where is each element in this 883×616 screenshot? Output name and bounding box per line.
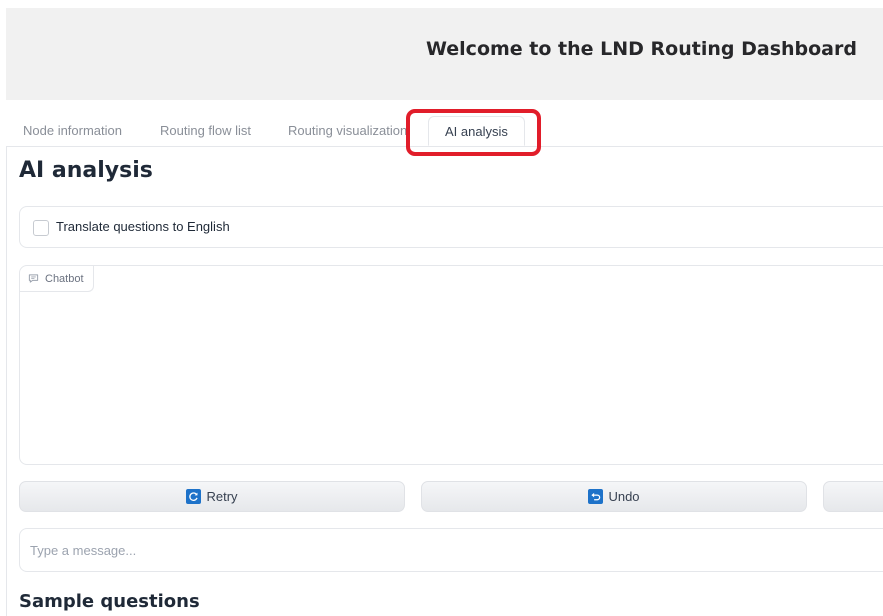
undo-button[interactable]: Undo [421,481,807,512]
undo-button-label: Undo [608,489,640,504]
retry-button[interactable]: Retry [19,481,405,512]
chatbot-label-text: Chatbot [45,272,84,285]
translate-checkbox-label[interactable]: Translate questions to English [56,219,230,234]
page-title: Welcome to the LND Routing Dashboard [426,38,857,60]
tab-bar: Node information Routing flow list Routi… [6,110,883,147]
tab-routing-flow-list[interactable]: Routing flow list [160,123,251,138]
translate-option: Translate questions to English [19,206,883,248]
retry-button-label: Retry [206,489,238,504]
clear-button[interactable] [823,481,883,512]
sample-questions-title: Sample questions [19,591,200,612]
message-input[interactable] [19,528,883,572]
retry-icon [186,489,202,504]
chat-bubble-icon [28,273,39,284]
tab-routing-visualization[interactable]: Routing visualization [288,123,407,138]
chatbot-area: Chatbot [19,265,883,465]
undo-icon [588,489,604,504]
app-header: Welcome to the LND Routing Dashboard [6,8,883,100]
tab-ai-analysis[interactable]: AI analysis [428,116,525,146]
tab-node-information[interactable]: Node information [23,123,122,138]
chatbot-label: Chatbot [20,266,94,292]
translate-checkbox[interactable] [33,220,49,236]
section-title: AI analysis [19,158,153,183]
